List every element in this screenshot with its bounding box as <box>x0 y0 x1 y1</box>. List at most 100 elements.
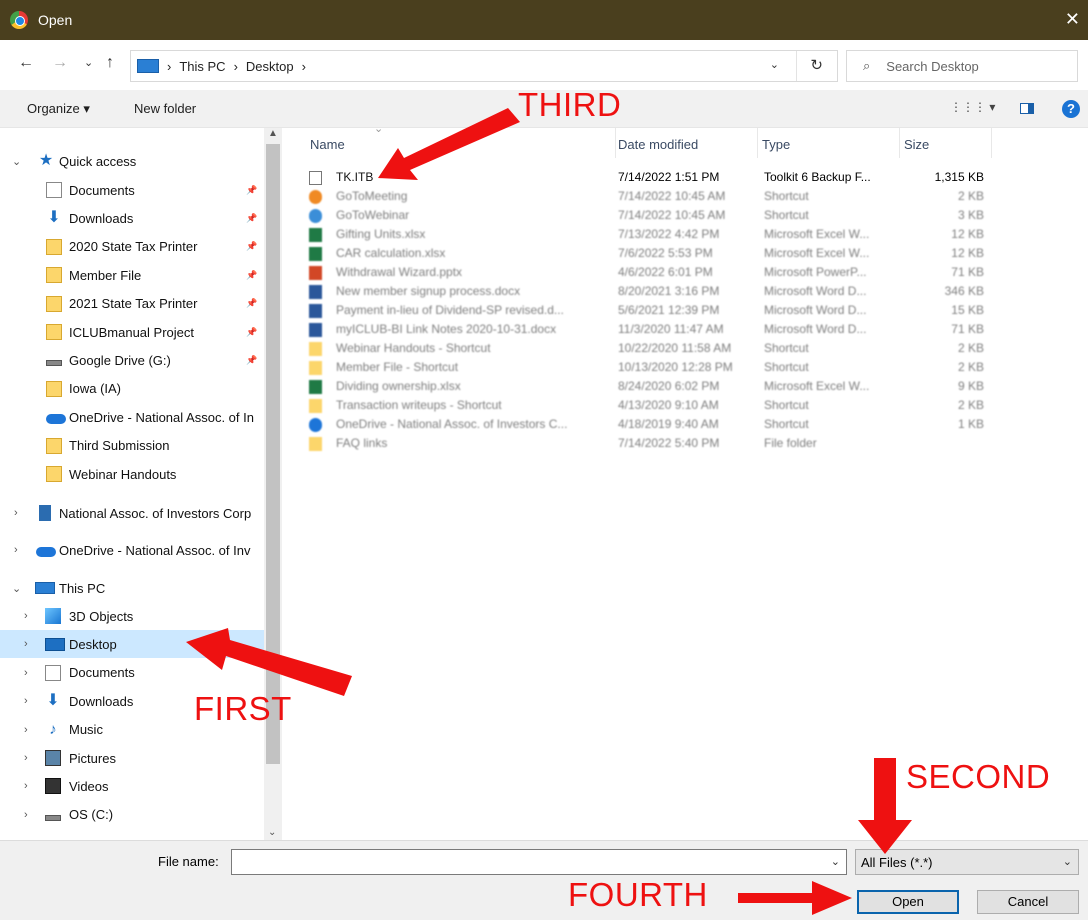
nav-this-pc-item[interactable]: › Videos <box>0 772 264 800</box>
collapsed-chevron-icon[interactable]: › <box>24 667 28 679</box>
file-row[interactable]: Transaction writeups - Shortcut 4/13/2020… <box>286 396 1088 415</box>
file-row[interactable]: Webinar Handouts - Shortcut 10/22/2020 11… <box>286 339 1088 358</box>
file-name-label-text: File name: <box>158 854 219 869</box>
nav-this-pc-item[interactable]: › Desktop <box>0 630 264 659</box>
collapsed-chevron-icon[interactable]: › <box>24 610 28 622</box>
nav-quick-access-item[interactable]: OneDrive - National Assoc. of In <box>0 403 264 431</box>
collapsed-chevron-icon[interactable]: › <box>14 507 18 519</box>
pin-icon[interactable]: 📌 <box>246 327 257 338</box>
file-row[interactable]: Gifting Units.xlsx 7/13/2022 4:42 PM Micro… <box>286 225 1088 244</box>
nav-scrollbar[interactable]: ▲ ⌄ <box>264 128 282 840</box>
star-icon: ★ <box>38 152 54 169</box>
search-box[interactable]: ⌕ Search Desktop <box>846 50 1078 82</box>
expand-chevron-icon[interactable]: ⌄ <box>12 582 21 595</box>
scroll-down-icon[interactable]: ⌄ <box>268 827 276 838</box>
nav-this-pc-item[interactable]: › 3D Objects <box>0 602 264 630</box>
collapsed-chevron-icon[interactable]: › <box>24 695 28 707</box>
recent-locations-chevron-icon[interactable]: ⌄ <box>84 56 93 69</box>
pin-icon[interactable]: 📌 <box>246 298 257 309</box>
drive-icon <box>45 814 61 821</box>
collapsed-chevron-icon[interactable]: › <box>14 544 18 556</box>
file-date: 8/20/2021 3:16 PM <box>618 284 720 298</box>
file-row[interactable]: OneDrive - National Assoc. of Investors … <box>286 415 1088 434</box>
file-row[interactable]: Withdrawal Wizard.pptx 4/6/2022 6:01 PM Mi… <box>286 263 1088 282</box>
nav-this-pc-item[interactable]: › Pictures <box>0 744 264 772</box>
address-bar[interactable]: › This PC › Desktop › ⌄ ↻ <box>130 50 838 82</box>
collapsed-chevron-icon[interactable]: › <box>24 638 28 650</box>
address-dropdown-icon[interactable]: ⌄ <box>770 58 779 71</box>
pin-icon[interactable]: 📌 <box>246 355 257 366</box>
file-row[interactable]: Payment in-lieu of Dividend-SP revised.d… <box>286 301 1088 320</box>
pin-icon[interactable]: 📌 <box>246 213 257 224</box>
nav-item-label: OneDrive - National Assoc. of In <box>69 409 254 425</box>
nav-quick-access-item[interactable]: ⬇ Downloads 📌 <box>0 204 264 232</box>
open-button[interactable]: Open <box>857 890 959 914</box>
column-header-type[interactable]: Type <box>762 128 900 158</box>
nav-item-label: Documents <box>69 182 135 198</box>
file-row[interactable]: Dividing ownership.xlsx 8/24/2020 6:02 PM… <box>286 377 1088 396</box>
nav-quick-access-item[interactable]: Google Drive (G:) 📌 <box>0 346 264 374</box>
file-name: Withdrawal Wizard.pptx <box>336 265 463 279</box>
file-row[interactable]: CAR calculation.xlsx 7/6/2022 5:53 PM Micr… <box>286 244 1088 263</box>
nav-quick-access-item[interactable]: Third Submission <box>0 432 264 460</box>
pin-icon[interactable]: 📌 <box>246 185 257 196</box>
word-file-icon <box>309 323 322 337</box>
back-arrow-icon[interactable]: ← <box>18 54 34 72</box>
file-name-dropdown-icon[interactable]: ⌄ <box>831 855 840 868</box>
this-pc-icon <box>137 59 159 73</box>
nav-item-label: Iowa (IA) <box>69 381 122 397</box>
file-row[interactable]: Member File - Shortcut 10/13/2020 12:28 P… <box>286 358 1088 377</box>
nav-quick-access-item[interactable]: Webinar Handouts <box>0 460 264 488</box>
help-icon[interactable]: ? <box>1062 100 1080 118</box>
refresh-icon[interactable]: ↻ <box>810 56 823 74</box>
collapsed-chevron-icon[interactable]: › <box>24 752 28 764</box>
collapsed-chevron-icon[interactable]: › <box>24 809 28 821</box>
nav-item-label: Webinar Handouts <box>69 466 177 482</box>
file-name: GoToWebinar <box>336 208 410 222</box>
forward-arrow-icon[interactable]: → <box>52 54 68 72</box>
folder-icon <box>46 238 62 255</box>
file-row[interactable]: myICLUB-BI Link Notes 2020-10-31.docx 11/… <box>286 320 1088 339</box>
nav-onedrive[interactable]: › OneDrive - National Assoc. of Inv <box>0 536 264 564</box>
nav-this-pc-item[interactable]: › OS (C:) <box>0 801 264 829</box>
nav-quick-access-item[interactable]: ICLUBmanual Project 📌 <box>0 318 264 346</box>
file-name-input[interactable]: ⌄ <box>231 849 847 875</box>
file-row[interactable]: New member signup process.docx 8/20/2021 … <box>286 282 1088 301</box>
nav-quick-access-item[interactable]: Iowa (IA) <box>0 375 264 403</box>
nav-quick-access-item[interactable]: Documents 📌 <box>0 176 264 204</box>
column-header-date[interactable]: Date modified <box>618 128 758 158</box>
pin-icon[interactable]: 📌 <box>246 241 257 252</box>
file-row[interactable]: TK.ITB 7/14/2022 1:51 PM Toolkit 6 Backup … <box>286 168 1088 187</box>
collapsed-chevron-icon[interactable]: › <box>24 780 28 792</box>
cancel-button[interactable]: Cancel <box>977 890 1079 914</box>
up-arrow-icon[interactable]: ↑ <box>106 54 114 72</box>
column-header-size[interactable]: Size <box>904 128 992 158</box>
breadcrumb-desktop[interactable]: Desktop <box>246 59 294 74</box>
change-view-icon[interactable]: ⋮⋮⋮ ▾ <box>950 100 995 114</box>
collapsed-chevron-icon[interactable]: › <box>24 724 28 736</box>
nav-this-pc-item[interactable]: › Documents <box>0 659 264 687</box>
filter-dropdown-icon[interactable]: ⌄ <box>1063 855 1072 868</box>
preview-pane-icon[interactable] <box>1020 103 1034 114</box>
new-folder-button[interactable]: New folder <box>134 101 196 116</box>
nav-this-pc[interactable]: ⌄ This PC <box>0 574 264 602</box>
pin-icon[interactable]: 📌 <box>246 270 257 281</box>
nav-quick-access-item[interactable]: 2020 State Tax Printer 📌 <box>0 233 264 261</box>
file-row[interactable]: GoToWebinar 7/14/2022 10:45 AM Shortcut 3 K… <box>286 206 1088 225</box>
file-row[interactable]: FAQ links 7/14/2022 5:40 PM File folder <box>286 434 1088 453</box>
onedrive-cloud-icon <box>36 546 56 557</box>
nav-national-assoc[interactable]: › National Assoc. of Investors Corp <box>0 499 264 527</box>
nav-quick-access-item[interactable]: 2021 State Tax Printer 📌 <box>0 290 264 318</box>
annotation-third: THIRD <box>518 86 622 123</box>
nav-quick-access-item[interactable]: Member File 📌 <box>0 261 264 289</box>
scroll-up-icon[interactable]: ▲ <box>268 128 278 139</box>
scroll-thumb[interactable] <box>266 144 280 764</box>
file-row[interactable]: GoToMeeting 7/14/2022 10:45 AM Shortcut 2 K… <box>286 187 1088 206</box>
organize-button[interactable]: Organize ▾ <box>27 101 90 117</box>
expand-chevron-icon[interactable]: ⌄ <box>12 155 21 168</box>
file-type-filter-select[interactable]: All Files (*.*) ⌄ <box>855 849 1079 875</box>
nav-quick-access[interactable]: ⌄ ★ Quick access <box>0 147 264 175</box>
breadcrumb-this-pc[interactable]: This PC <box>179 59 225 74</box>
column-header-name[interactable]: Name <box>310 122 616 158</box>
close-icon[interactable]: ✕ <box>1065 10 1080 28</box>
